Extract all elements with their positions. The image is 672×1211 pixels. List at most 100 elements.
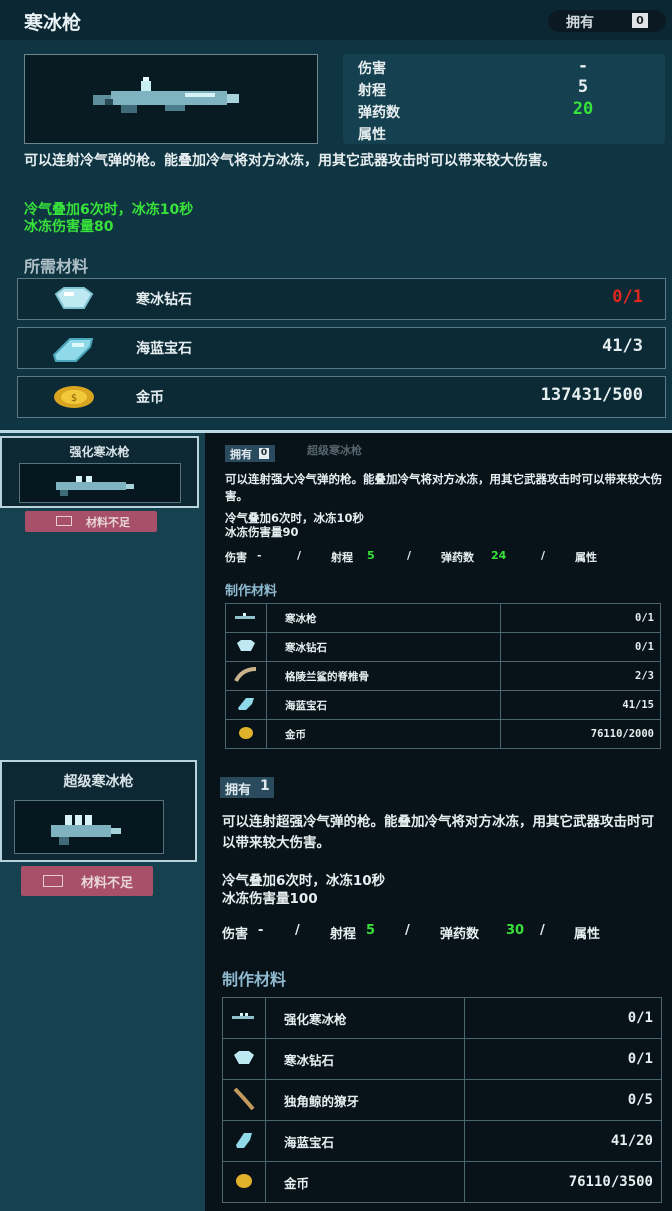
material-count: 2/3: [500, 661, 661, 691]
stat-range-value: 5: [577, 77, 589, 97]
stats-box: 伤害 - 射程 5 弹药数 20 属性: [343, 54, 665, 144]
stat-ammo-value: 20: [572, 99, 594, 119]
coin-icon: [222, 1161, 266, 1203]
weapon-title: 寒冰枪: [24, 12, 82, 34]
effect-line-1: 冷气叠加6次时，冰冻10秒: [222, 873, 386, 889]
stat-ammo-label: 弹药数: [440, 927, 480, 942]
gem-icon: [50, 335, 98, 367]
material-count: 41/15: [500, 690, 661, 720]
material-row: 寒冰钻石 0/1: [225, 632, 661, 662]
button-label: 材料不足: [86, 516, 130, 529]
owned-label: 拥有: [230, 448, 252, 461]
materials-table: 寒冰枪 0/1 寒冰钻石 0/1 格陵兰鲨的脊椎骨 2/3 海蓝宝石 41/15…: [225, 603, 661, 749]
material-count: 137431/500: [540, 385, 643, 405]
material-name: 寒冰钻石: [136, 292, 192, 308]
insufficient-materials-button[interactable]: 材料不足: [21, 866, 153, 896]
diamond-icon: [50, 286, 98, 316]
owned-badge: 拥有 0: [225, 445, 275, 462]
material-row: $ 金币 137431/500: [17, 376, 666, 418]
stat-damage-label: 伤害: [222, 927, 249, 942]
material-row: 强化寒冰枪 0/1: [222, 997, 663, 1039]
material-row: 格陵兰鲨的脊椎骨 2/3: [225, 661, 661, 691]
material-name: 金币: [136, 390, 164, 406]
stat-separator: /: [297, 549, 302, 562]
stat-ammo-value: 30: [506, 923, 525, 938]
material-name: 独角鲸的獠牙: [265, 1079, 465, 1121]
diamond-icon: [222, 1038, 266, 1080]
card-title: 强化寒冰枪: [69, 445, 130, 459]
stat-ammo-label: 弹药数: [441, 551, 474, 564]
material-row: 海蓝宝石 41/15: [225, 690, 661, 720]
owned-count: 1: [260, 778, 270, 794]
effect-line-2: 冰冻伤害量80: [24, 219, 114, 235]
material-name: 寒冰钻石: [265, 632, 502, 662]
material-row: 金币 76110/2000: [225, 719, 661, 749]
material-name: 格陵兰鲨的脊椎骨: [265, 661, 502, 691]
stat-attribute-label: 属性: [575, 551, 597, 564]
insufficient-materials-button[interactable]: 材料不足: [25, 511, 157, 532]
material-count: 0/1: [463, 997, 663, 1039]
coin-icon: [225, 719, 267, 749]
gun-icon: [225, 603, 267, 633]
button-label: 材料不足: [81, 876, 134, 891]
stat-attribute-label: 属性: [358, 127, 386, 143]
diamond-icon: [225, 632, 267, 662]
material-row: 独角鲸的獠牙 0/5: [222, 1079, 663, 1121]
weapon-description: 可以连射超强冷气弹的枪。能叠加冷气将对方冰冻，用其它武器攻击时可以带来较大伤害。: [222, 814, 654, 851]
gun-icon: [51, 815, 121, 845]
material-row: 寒冰枪 0/1: [225, 603, 661, 633]
gem-icon: [225, 690, 267, 720]
stat-range-label: 射程: [330, 927, 357, 942]
stat-damage-value: -: [258, 923, 264, 938]
weapon-description: 可以连射冷气弹的枪。能叠加冷气将对方冰冻，用其它武器攻击时可以带来较大伤害。: [24, 153, 556, 169]
materials-title: 制作材料: [225, 584, 278, 599]
material-count: 76110/2000: [500, 719, 661, 749]
stat-range-value: 5: [366, 923, 376, 938]
bone-icon: [225, 661, 267, 691]
owned-label: 拥有: [566, 15, 594, 31]
stat-separator: /: [295, 923, 300, 938]
material-row: 海蓝宝石 41/20: [222, 1120, 663, 1162]
stat-line: 伤害 - / 射程 5 / 弹药数 24 / 属性: [225, 549, 665, 565]
enhanced-detail-panel: 拥有 0 超级寒冰枪 可以连射强大冷气弹的枪。能叠加冷气将对方冰冻，用其它武器攻…: [205, 433, 672, 757]
weapon-detail-panel: 寒冰枪 拥有 0 伤害 - 射程 5 弹药数 20 属性 可以连射冷气弹的枪。能…: [0, 0, 672, 430]
stat-damage-label: 伤害: [225, 551, 247, 564]
material-name: 金币: [265, 1161, 465, 1203]
owned-label: 拥有: [225, 783, 252, 798]
effect-line-2: 冰冻伤害量100: [222, 891, 318, 907]
stat-damage-label: 伤害: [358, 61, 386, 77]
card-title: 超级寒冰枪: [63, 774, 134, 790]
material-row: 寒冰钻石 0/1: [222, 1038, 663, 1080]
owned-badge: 拥有 1: [220, 777, 274, 798]
upgrade-card-super[interactable]: 超级寒冰枪: [0, 760, 197, 862]
material-count: 0/1: [463, 1038, 663, 1080]
material-name: 寒冰枪: [265, 603, 502, 633]
material-name: 强化寒冰枪: [265, 997, 465, 1039]
material-name: 寒冰钻石: [265, 1038, 465, 1080]
upgrade-card-enhanced[interactable]: 强化寒冰枪: [0, 436, 199, 508]
card-gun-preview: [14, 800, 164, 854]
material-count: 41/20: [463, 1120, 663, 1162]
gun-icon: [56, 476, 134, 496]
material-count: 0/1: [612, 287, 643, 307]
stat-attribute-label: 属性: [574, 927, 601, 942]
material-row: 海蓝宝石 41/3: [17, 327, 666, 369]
super-detail-panel: 拥有 1 可以连射超强冷气弹的枪。能叠加冷气将对方冰冻，用其它武器攻击时可以带来…: [205, 757, 672, 1211]
stat-line: 伤害 - / 射程 5 / 弹药数 30 / 属性: [222, 923, 667, 943]
stat-ammo-value: 24: [491, 549, 507, 562]
gun-icon: [222, 997, 266, 1039]
weapon-preview: [24, 54, 318, 144]
material-name: 海蓝宝石: [136, 341, 192, 357]
owned-badge: 拥有 0: [548, 10, 666, 32]
card-gun-preview: [19, 463, 181, 503]
stat-damage-value: -: [577, 56, 589, 76]
owned-count: 0: [632, 13, 648, 28]
coin-icon: $: [50, 384, 98, 414]
materials-title: 所需材料: [24, 257, 89, 276]
material-name: 金币: [265, 719, 502, 749]
material-name: 海蓝宝石: [265, 690, 502, 720]
stat-range-label: 射程: [331, 551, 353, 564]
material-row: 寒冰钻石 0/1: [17, 278, 666, 320]
material-count: 0/5: [463, 1079, 663, 1121]
ghost-title: 超级寒冰枪: [307, 444, 362, 457]
